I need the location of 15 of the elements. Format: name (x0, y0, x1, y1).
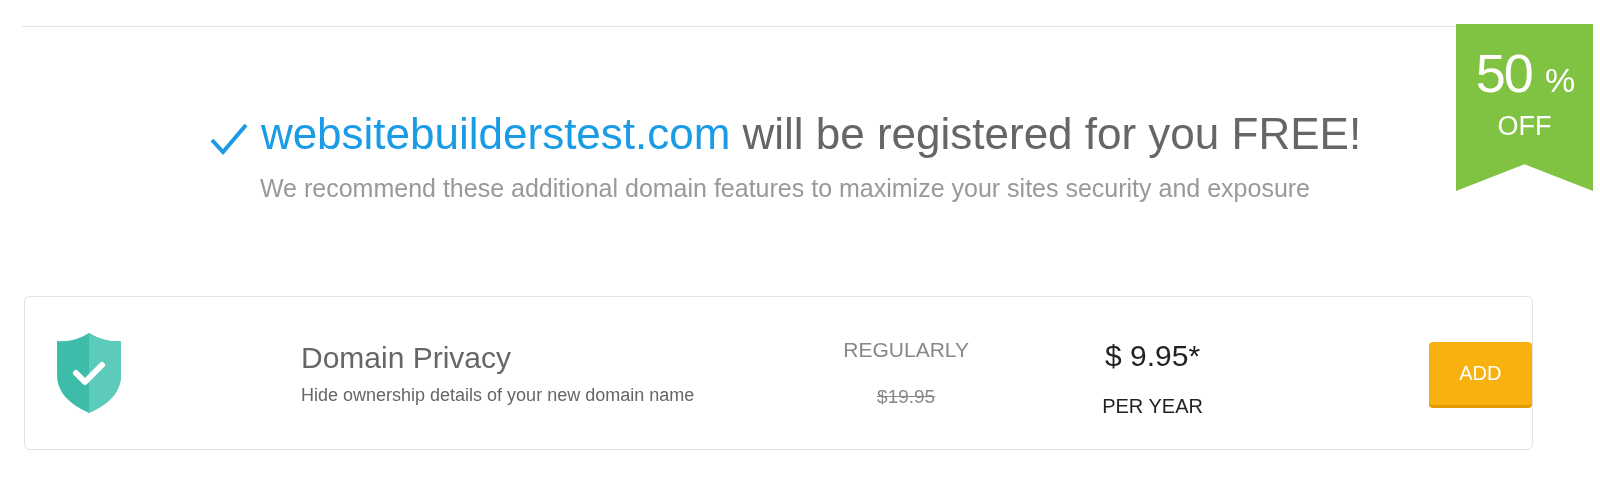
offer-title: Domain Privacy (301, 340, 513, 375)
checkmark-icon (208, 122, 249, 156)
regular-label: REGULARLY (843, 338, 969, 362)
add-button[interactable]: ADD (1428, 341, 1532, 405)
offer-price: $ 9.95* (1105, 338, 1201, 373)
percent-sign: % (1544, 61, 1574, 99)
discount-amount: 50 (1475, 43, 1532, 103)
shield-check-icon (55, 331, 123, 415)
billing-period: PER YEAR (1102, 394, 1203, 418)
headline: will be registered for you FREE! (742, 108, 1362, 160)
offer-description: Hide ownership details of your new domain name (301, 384, 696, 406)
discount-label: OFF (1497, 111, 1552, 142)
regular-price: $19.95 (877, 386, 936, 408)
subtitle: We recommend these additional domain features to maximize your sites security and exposure (258, 174, 1312, 203)
domain-name: websitebuilderstest.com (260, 108, 731, 160)
